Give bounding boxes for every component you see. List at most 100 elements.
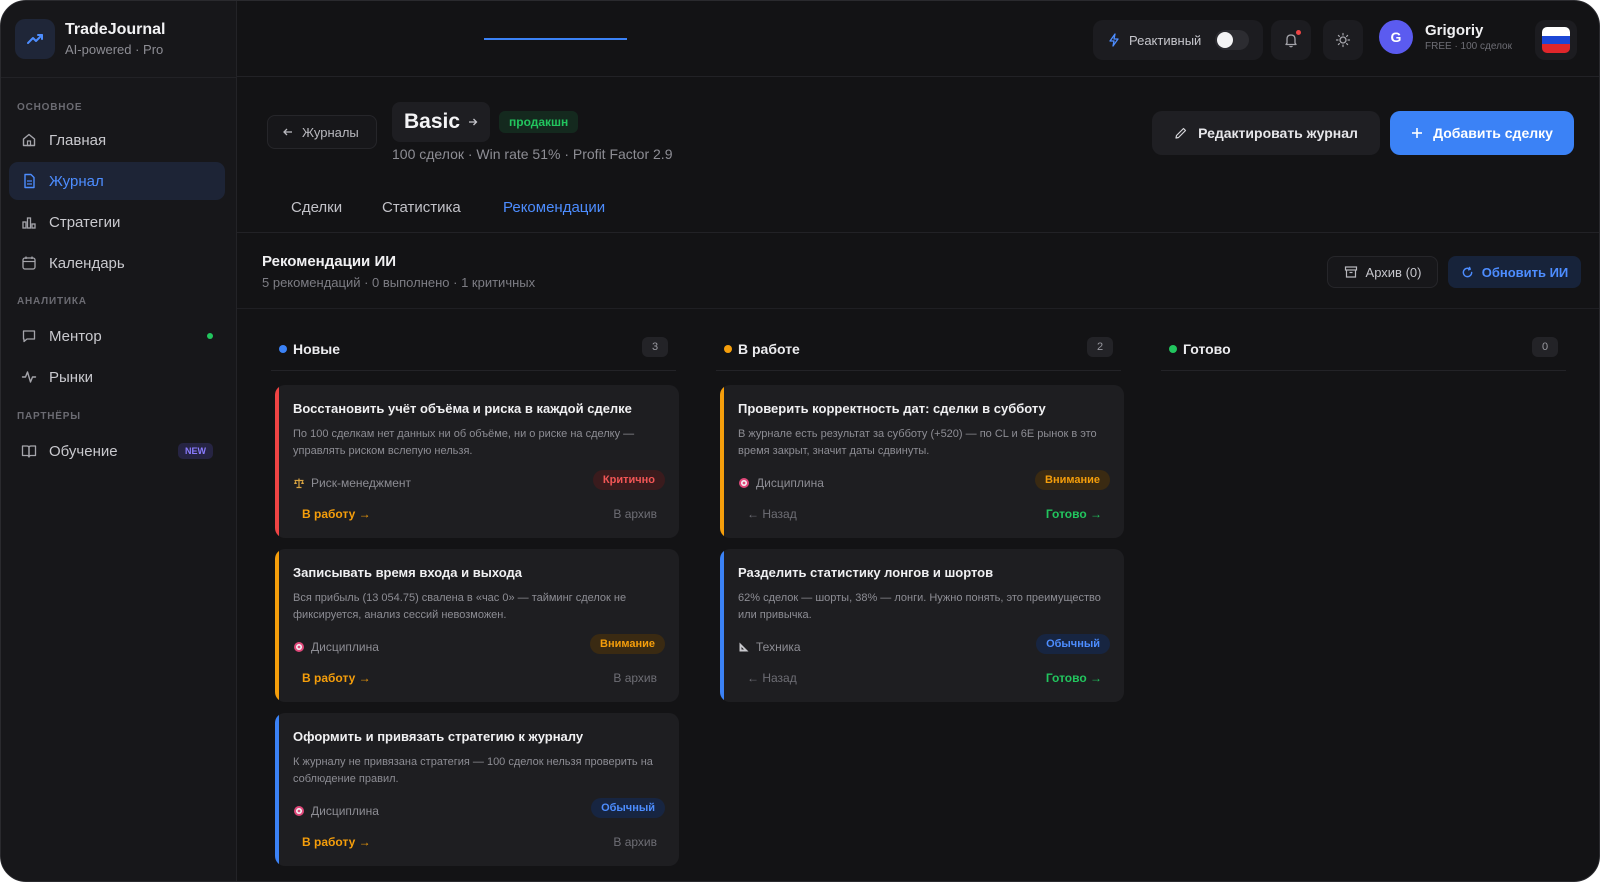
pencil-icon xyxy=(1175,127,1187,139)
chart-icon xyxy=(22,217,36,229)
sidebar-item-markets[interactable]: Рынки xyxy=(9,358,225,396)
column-done: Готово 0 xyxy=(1161,337,1566,371)
edit-journal-label: Редактировать журнал xyxy=(1198,125,1358,141)
column-count: 3 xyxy=(642,337,668,357)
edit-journal-button[interactable]: Редактировать журнал xyxy=(1152,111,1380,155)
priority-badge: Обычный xyxy=(591,798,665,818)
priority-bar xyxy=(275,713,279,866)
new-badge: NEW xyxy=(178,443,213,459)
move-to-work-button[interactable]: В работу → xyxy=(302,835,371,849)
move-back-button[interactable]: ← Назад xyxy=(747,507,797,521)
archive-card-button[interactable]: В архив xyxy=(613,671,657,685)
column-dot xyxy=(1169,345,1177,353)
divider xyxy=(237,308,1599,309)
sidebar-item-label: Стратегии xyxy=(49,213,121,231)
plus-icon xyxy=(1412,128,1423,138)
avatar: G xyxy=(1379,20,1413,54)
recommendation-card[interactable]: Оформить и привязать стратегию к журналу… xyxy=(275,713,679,866)
column-label: Готово xyxy=(1183,341,1231,357)
brand[interactable]: TradeJournal AI-powered · Pro xyxy=(15,19,165,59)
card-title: Записывать время входа и выхода xyxy=(293,565,522,580)
card-title: Оформить и привязать стратегию к журналу xyxy=(293,729,584,744)
triangle-ruler-icon xyxy=(739,642,749,652)
reactive-toggle[interactable]: Реактивный xyxy=(1093,20,1263,60)
journal-summary: 100 сделок · Win rate 51% · Profit Facto… xyxy=(392,146,673,162)
move-back-button[interactable]: ← Назад xyxy=(747,671,797,685)
tab-statistics[interactable]: Статистика xyxy=(382,199,461,216)
reactive-label: Реактивный xyxy=(1129,32,1202,48)
brand-name: TradeJournal xyxy=(65,21,166,38)
category-label: Дисциплина xyxy=(311,640,379,654)
column-dot xyxy=(279,345,287,353)
refresh-icon xyxy=(1462,266,1473,277)
card-description: 62% сделок — шорты, 38% — лонги. Нужно п… xyxy=(738,592,1101,621)
sidebar-item-label: Календарь xyxy=(49,254,125,272)
sun-icon xyxy=(1335,32,1351,48)
archive-card-button[interactable]: В архив xyxy=(613,507,657,521)
add-trade-button[interactable]: Добавить сделку xyxy=(1390,111,1574,155)
recommendation-card[interactable]: Проверить корректность дат: сделки в суб… xyxy=(720,385,1124,538)
theme-toggle-button[interactable] xyxy=(1323,20,1363,60)
back-to-journals-button[interactable]: Журналы xyxy=(267,115,377,149)
back-label: Журналы xyxy=(302,124,359,140)
column-count: 2 xyxy=(1087,337,1113,357)
category-label: Дисциплина xyxy=(311,804,379,818)
calendar-icon xyxy=(22,256,36,270)
nav-section-partners: ПАРТНЁРЫ xyxy=(17,411,81,422)
chat-icon xyxy=(22,330,36,343)
file-icon xyxy=(24,173,35,189)
column-dot xyxy=(724,345,732,353)
brand-subtitle: AI-powered · Pro xyxy=(65,42,164,57)
sidebar-item-home[interactable]: Главная xyxy=(9,121,225,159)
tab-trades[interactable]: Сделки xyxy=(291,199,342,216)
journal-selector[interactable]: Basic xyxy=(392,102,491,142)
notification-dot xyxy=(1296,30,1301,35)
move-to-work-button[interactable]: В работу → xyxy=(302,507,371,521)
archive-button[interactable]: Архив (0) xyxy=(1327,256,1438,288)
card-category: Риск-менеджмент xyxy=(293,476,411,490)
priority-bar xyxy=(275,385,279,538)
sidebar-item-mentor[interactable]: Ментор xyxy=(9,317,225,355)
move-to-work-button[interactable]: В работу → xyxy=(302,671,371,685)
card-description: Вся прибыль (13 054.75) свалена в «час 0… xyxy=(293,592,627,621)
sidebar-item-learning[interactable]: Обучение NEW xyxy=(9,432,225,470)
recommendations-summary: 5 рекомендаций · 0 выполнено · 1 критичн… xyxy=(262,275,536,290)
recommendation-card[interactable]: Записывать время входа и выхода Вся приб… xyxy=(275,549,679,702)
priority-bar xyxy=(275,549,279,702)
recommendations-title: Рекомендации ИИ xyxy=(262,253,397,270)
mark-done-button[interactable]: Готово → xyxy=(1046,507,1102,521)
sidebar-item-journal[interactable]: Журнал xyxy=(9,162,225,200)
russia-flag-icon xyxy=(1542,27,1570,53)
sidebar-item-label: Ментор xyxy=(49,327,102,345)
mark-done-button[interactable]: Готово → xyxy=(1046,671,1102,685)
card-title: Восстановить учёт объёма и риска в каждо… xyxy=(293,401,632,416)
priority-badge: Критично xyxy=(592,470,665,490)
category-label: Риск-менеджмент xyxy=(311,476,411,490)
refresh-label: Обновить ИИ xyxy=(1481,264,1569,280)
priority-badge: Внимание xyxy=(590,634,665,654)
divider xyxy=(1,77,237,78)
toggle-switch[interactable] xyxy=(1215,30,1250,50)
notifications-button[interactable] xyxy=(1271,20,1311,60)
recommendation-card[interactable]: Восстановить учёт объёма и риска в каждо… xyxy=(275,385,679,538)
archive-card-button[interactable]: В архив xyxy=(613,835,657,849)
category-label: Дисциплина xyxy=(756,476,824,490)
refresh-ai-button[interactable]: Обновить ИИ xyxy=(1448,256,1581,288)
language-button[interactable] xyxy=(1535,20,1577,60)
scales-icon xyxy=(294,478,304,489)
recommendation-card[interactable]: Разделить статистику лонгов и шортов 62%… xyxy=(720,549,1124,702)
tab-recommendations[interactable]: Рекомендации xyxy=(503,199,605,216)
column-count: 0 xyxy=(1532,337,1558,357)
user-menu[interactable]: G Grigoriy FREE · 100 сделок xyxy=(1379,20,1512,54)
nav-section-analytics: АНАЛИТИКА xyxy=(17,296,87,307)
active-tab-indicator xyxy=(484,38,627,40)
sidebar-item-calendar[interactable]: Календарь xyxy=(9,244,225,282)
sidebar-item-strategies[interactable]: Стратегии xyxy=(9,203,225,241)
status-badge: продакшн xyxy=(499,111,579,133)
online-indicator xyxy=(207,333,213,339)
journal-title: Basic xyxy=(404,110,461,133)
column-new: Новые 3 xyxy=(271,337,676,371)
card-category: Дисциплина xyxy=(293,640,379,654)
book-icon xyxy=(21,445,37,458)
sidebar-item-label: Обучение xyxy=(49,442,118,460)
